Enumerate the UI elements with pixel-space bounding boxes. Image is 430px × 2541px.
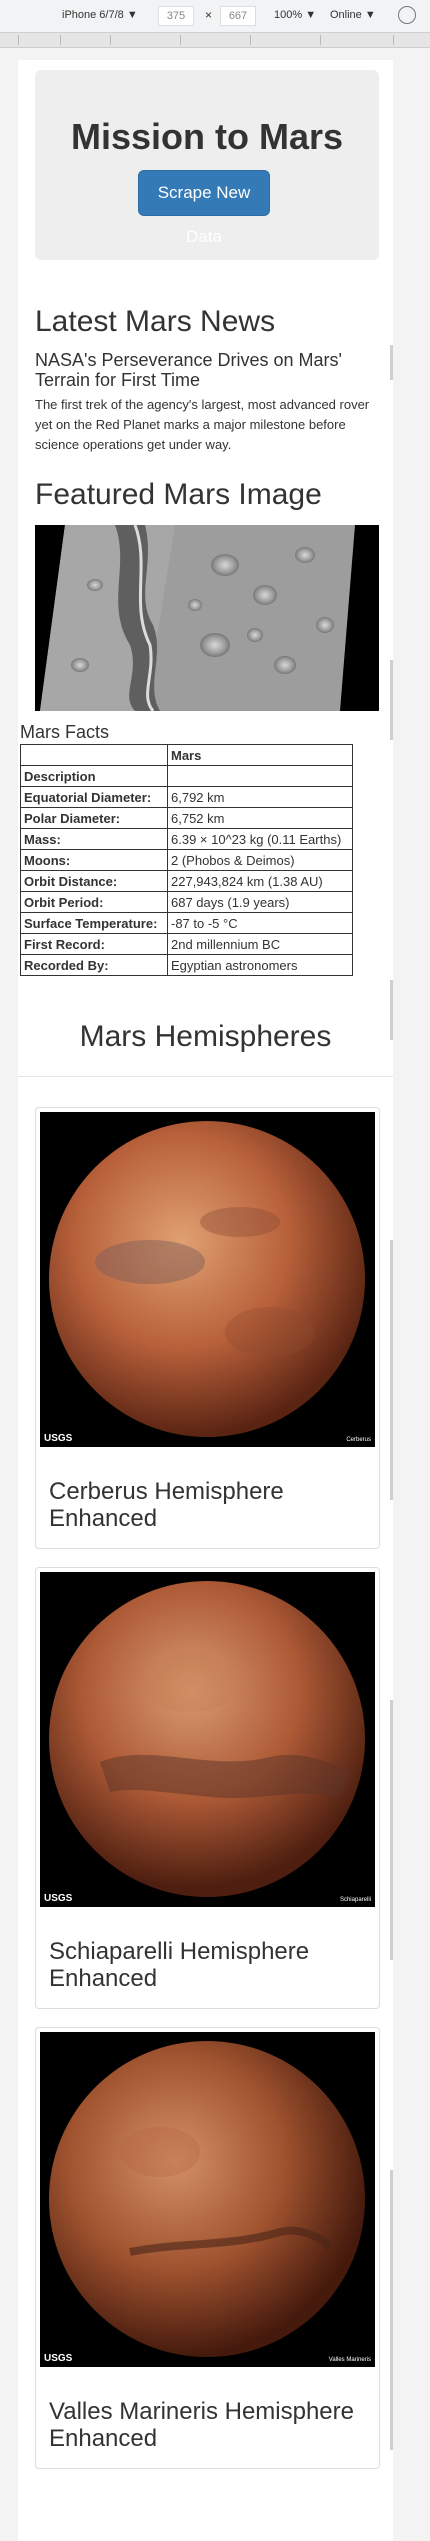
image-credit: Schiaparelli [339, 1897, 371, 1903]
facts-column-header: Mars [167, 744, 353, 766]
table-row: First Record: 2nd millennium BC [20, 933, 353, 955]
row-label: Surface Temperature: [20, 912, 168, 934]
usgs-logo: USGS [44, 1893, 73, 1904]
hemisphere-image[interactable]: USGS Schiaparelli [40, 1572, 375, 1907]
facts-caption: Mars Facts [20, 722, 110, 742]
hemisphere-card-cerberus[interactable]: USGS Cerberus Cerberus Hemisphere Enhanc… [35, 1107, 380, 1549]
row-value: -87 to -5 °C [167, 912, 353, 934]
divider [18, 1076, 393, 1077]
scrape-button[interactable]: Scrape New Data [138, 170, 270, 246]
usgs-logo: USGS [44, 1433, 73, 1444]
hemisphere-image[interactable]: USGS Cerberus [40, 1112, 375, 1447]
zoom-selector[interactable]: 100% ▼ [274, 9, 316, 21]
device-selector[interactable]: iPhone 6/7/8 ▼ [62, 9, 138, 21]
row-label: Recorded By: [20, 954, 168, 976]
table-row: Equatorial Diameter: 6,792 km [20, 786, 353, 808]
table-row: Description [20, 765, 353, 787]
row-label: Orbit Distance: [20, 870, 168, 892]
hemisphere-title: Cerberus Hemisphere Enhanced [49, 1478, 284, 1532]
featured-section-title: Featured Mars Image [35, 478, 322, 511]
featured-image [35, 525, 379, 711]
row-label: First Record: [20, 933, 168, 955]
row-label: Mass: [20, 828, 168, 850]
hemisphere-card-schiaparelli[interactable]: USGS Schiaparelli Schiaparelli Hemispher… [35, 1567, 380, 2009]
image-credit: Cerberus [346, 1437, 371, 1443]
table-row: Orbit Distance: 227,943,824 km (1.38 AU) [20, 870, 353, 892]
row-value: 227,943,824 km (1.38 AU) [167, 870, 353, 892]
row-label: Description [20, 765, 168, 787]
rotate-icon[interactable] [398, 6, 416, 24]
row-value: 2 (Phobos & Deimos) [167, 849, 353, 871]
row-value: 6,792 km [167, 786, 353, 808]
page-title: Mission to Mars [70, 116, 344, 157]
hemisphere-card-valles-marineris[interactable]: USGS Valles Marineris Valles Marineris H… [35, 2027, 380, 2469]
news-section-title: Latest Mars News [35, 305, 276, 338]
row-value: 687 days (1.9 years) [167, 891, 353, 913]
table-row: Mass: 6.39 × 10^23 kg (0.11 Earths) [20, 828, 353, 850]
table-row: Orbit Period: 687 days (1.9 years) [20, 891, 353, 913]
image-credit: Valles Marineris [328, 2357, 371, 2363]
hemispheres-section-title: Mars Hemispheres [79, 1020, 332, 1053]
row-value [167, 765, 353, 787]
hemisphere-title: Schiaparelli Hemisphere Enhanced [49, 1938, 310, 1992]
scrollbar[interactable] [390, 345, 393, 380]
row-value: Egyptian astronomers [167, 954, 353, 976]
news-body: The first trek of the agency's largest, … [35, 397, 370, 452]
network-throttle-selector[interactable]: Online ▼ [330, 9, 376, 21]
scrollbar[interactable] [390, 2170, 393, 2450]
facts-header-row: Mars [20, 744, 353, 766]
scrollbar[interactable] [390, 1240, 393, 1500]
usgs-logo: USGS [44, 2353, 73, 2364]
viewport-height-input[interactable]: 667 [220, 6, 256, 26]
scrollbar[interactable] [390, 980, 393, 1040]
row-label: Orbit Period: [20, 891, 168, 913]
row-value: 2nd millennium BC [167, 933, 353, 955]
row-value: 6,752 km [167, 807, 353, 829]
scrollbar[interactable] [390, 1700, 393, 1960]
scrollbar[interactable] [390, 660, 393, 740]
jumbotron: Mission to Mars Scrape New Data [35, 70, 379, 260]
table-row: Recorded By: Egyptian astronomers [20, 954, 353, 976]
row-label: Polar Diameter: [20, 807, 168, 829]
table-row: Surface Temperature: -87 to -5 °C [20, 912, 353, 934]
row-label: Equatorial Diameter: [20, 786, 168, 808]
hemisphere-image[interactable]: USGS Valles Marineris [40, 2032, 375, 2367]
viewport-width-input[interactable]: 375 [158, 6, 194, 26]
facts-table: Mars Description Equatorial Diameter: 6,7… [20, 744, 353, 976]
row-label: Moons: [20, 849, 168, 871]
news-headline: NASA's Perseverance Drives on Mars' Terr… [35, 350, 342, 390]
row-value: 6.39 × 10^23 kg (0.11 Earths) [167, 828, 353, 850]
dimension-separator: × [205, 8, 213, 22]
devtools-toolbar: iPhone 6/7/8 ▼ 375 × 667 100% ▼ Online ▼ [0, 0, 430, 33]
facts-corner-cell [20, 744, 168, 766]
ruler [0, 33, 430, 48]
page-viewport: Mission to Mars Scrape New Data Latest M… [18, 60, 393, 2541]
table-row: Polar Diameter: 6,752 km [20, 807, 353, 829]
hemisphere-title: Valles Marineris Hemisphere Enhanced [49, 2398, 354, 2452]
table-row: Moons: 2 (Phobos & Deimos) [20, 849, 353, 871]
